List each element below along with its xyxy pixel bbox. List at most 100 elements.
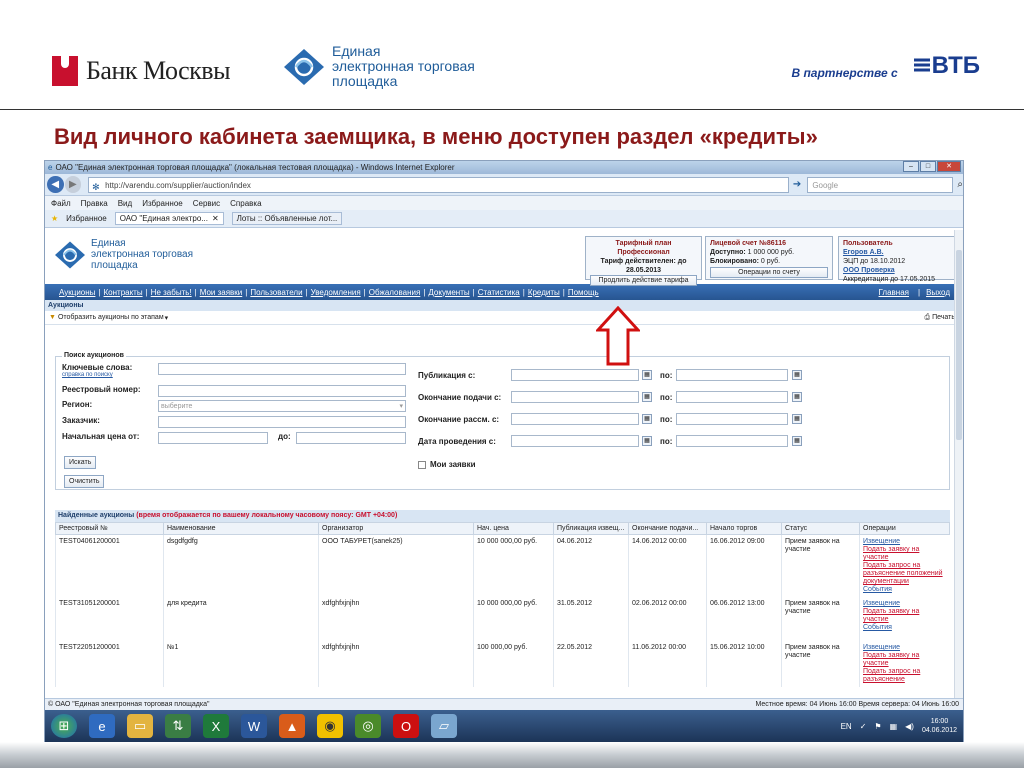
nav-reminders[interactable]: Не забыть! bbox=[151, 288, 192, 297]
col-status[interactable]: Статус bbox=[781, 522, 860, 535]
nav-my-bids[interactable]: Мои заявки bbox=[200, 288, 243, 297]
col-organizer[interactable]: Организатор bbox=[318, 522, 474, 535]
clarification-link[interactable]: Подать запрос на разъяснение положений д… bbox=[863, 562, 947, 586]
calendar-icon[interactable]: ▦ bbox=[642, 370, 652, 380]
menu-tools[interactable]: Сервис bbox=[193, 199, 220, 208]
minimize-button[interactable]: – bbox=[903, 161, 919, 172]
calendar-icon[interactable]: ▦ bbox=[642, 392, 652, 402]
close-button[interactable]: ✕ bbox=[937, 161, 961, 172]
nav-users[interactable]: Пользователи bbox=[250, 288, 302, 297]
calendar-icon[interactable]: ▦ bbox=[642, 436, 652, 446]
ie-taskbar-icon[interactable]: e bbox=[89, 714, 115, 738]
sub-end-to-input[interactable] bbox=[676, 391, 788, 403]
nav-auctions[interactable]: Аукционы bbox=[59, 288, 95, 297]
col-price[interactable]: Нач. цена bbox=[473, 522, 554, 535]
rev-end-from-input[interactable] bbox=[511, 413, 639, 425]
tray-flag-icon[interactable]: ⚑ bbox=[874, 722, 881, 731]
browser-tab-1[interactable]: ОАО "Единая электро... ✕ bbox=[114, 212, 224, 225]
menu-help[interactable]: Справка bbox=[230, 199, 261, 208]
stage-filter-dropdown[interactable]: Отобразить аукционы по этапам bbox=[58, 314, 164, 321]
tray-shield-icon[interactable]: ✓ bbox=[860, 722, 867, 731]
page-scrollbar[interactable] bbox=[954, 230, 963, 698]
menu-favorites[interactable]: Избранное bbox=[142, 199, 183, 208]
col-start[interactable]: Начало торгов bbox=[706, 522, 782, 535]
language-indicator[interactable]: EN bbox=[841, 722, 852, 731]
clarification-link[interactable]: Подать запрос на разъяснение bbox=[863, 668, 947, 684]
pub-from-input[interactable] bbox=[511, 369, 639, 381]
menu-edit[interactable]: Правка bbox=[81, 199, 108, 208]
notice-link[interactable]: Извещение bbox=[863, 600, 947, 608]
nav-help[interactable]: Помощь bbox=[568, 288, 599, 297]
clear-button[interactable]: Очистить bbox=[64, 475, 105, 488]
clock[interactable]: 16:00 04.06.2012 bbox=[922, 717, 957, 735]
hold-from-input[interactable] bbox=[511, 435, 639, 447]
hold-to-input[interactable] bbox=[676, 435, 788, 447]
menu-view[interactable]: Вид bbox=[118, 199, 132, 208]
nav-logout[interactable]: Выход bbox=[926, 288, 950, 297]
col-name[interactable]: Наименование bbox=[163, 522, 319, 535]
network-taskbar-icon[interactable]: ⇅ bbox=[165, 714, 191, 738]
keywords-input[interactable] bbox=[158, 363, 406, 375]
opera-taskbar-icon[interactable]: O bbox=[393, 714, 419, 738]
nav-notifications[interactable]: Уведомления bbox=[311, 288, 361, 297]
events-link[interactable]: События bbox=[863, 586, 947, 594]
region-select[interactable]: выберите ▾ bbox=[158, 400, 406, 412]
nav-home[interactable]: Главная bbox=[879, 288, 909, 297]
events-link[interactable]: События bbox=[863, 624, 947, 632]
browser-tab-2[interactable]: Лоты :: Объявленные лот... bbox=[231, 212, 343, 225]
calendar-icon[interactable]: ▦ bbox=[642, 414, 652, 424]
app-taskbar-icon[interactable]: ◉ bbox=[317, 714, 343, 738]
nav-credits[interactable]: Кредиты bbox=[528, 288, 560, 297]
price-to-input[interactable] bbox=[296, 432, 406, 444]
back-button[interactable]: ◀ bbox=[47, 176, 64, 193]
account-operations-button[interactable]: Операции по счету bbox=[710, 267, 828, 278]
calendar-icon[interactable]: ▦ bbox=[792, 370, 802, 380]
word-taskbar-icon[interactable]: W bbox=[241, 714, 267, 738]
maximize-button[interactable]: □ bbox=[920, 161, 936, 172]
col-ops[interactable]: Операции bbox=[859, 522, 950, 535]
tab-close-icon[interactable]: ✕ bbox=[212, 214, 219, 223]
search-field[interactable]: Google bbox=[807, 176, 954, 193]
volume-icon[interactable]: ◀) bbox=[905, 722, 914, 731]
window-taskbar-icon[interactable]: ▱ bbox=[431, 714, 457, 738]
chrome-taskbar-icon[interactable]: ◎ bbox=[355, 714, 381, 738]
find-button[interactable]: Искать bbox=[64, 456, 97, 469]
tray-network-icon[interactable]: ▦ bbox=[890, 722, 898, 731]
notice-link[interactable]: Извещение bbox=[863, 538, 947, 546]
extend-tariff-button[interactable]: Продлить действие тарифа bbox=[590, 275, 697, 286]
sub-end-from-input[interactable] bbox=[511, 391, 639, 403]
favorites-label[interactable]: Избранное bbox=[66, 214, 107, 223]
menu-file[interactable]: Файл bbox=[51, 199, 71, 208]
price-from-input[interactable] bbox=[158, 432, 268, 444]
pub-to-input[interactable] bbox=[676, 369, 788, 381]
reg-no-input[interactable] bbox=[158, 385, 406, 397]
explorer-taskbar-icon[interactable]: ▭ bbox=[127, 714, 153, 738]
apply-link[interactable]: Подать заявку на участие bbox=[863, 652, 947, 668]
rev-end-to-input[interactable] bbox=[676, 413, 788, 425]
col-reg-no[interactable]: Реестровый № bbox=[55, 522, 164, 535]
url-field[interactable]: ✻ http://varendu.com/supplier/auction/ind… bbox=[88, 176, 789, 193]
nav-documents[interactable]: Документы bbox=[428, 288, 469, 297]
scrollbar-thumb[interactable] bbox=[956, 250, 962, 440]
calendar-icon[interactable]: ▦ bbox=[792, 414, 802, 424]
col-end[interactable]: Окончание подачи... bbox=[628, 522, 707, 535]
calendar-icon[interactable]: ▦ bbox=[792, 436, 802, 446]
nav-appeals[interactable]: Обжалования bbox=[369, 288, 421, 297]
start-button[interactable]: ⊞ bbox=[51, 714, 77, 738]
apply-link[interactable]: Подать заявку на участие bbox=[863, 608, 947, 624]
org-link[interactable]: ООО Проверка bbox=[843, 266, 951, 275]
search-help-link[interactable]: справка по поиску bbox=[62, 372, 132, 378]
forward-button[interactable]: ▶ bbox=[64, 176, 82, 193]
nav-contracts[interactable]: Контракты bbox=[104, 288, 143, 297]
go-icon[interactable]: ➔ bbox=[793, 179, 801, 190]
notice-link[interactable]: Извещение bbox=[863, 644, 947, 652]
apply-link[interactable]: Подать заявку на участие bbox=[863, 546, 947, 562]
portal-logo[interactable]: Единая электронная торговая площадка bbox=[53, 238, 193, 271]
col-pub[interactable]: Публикация извещ... bbox=[553, 522, 629, 535]
user-name-link[interactable]: Егоров А.В. bbox=[843, 248, 951, 257]
print-button[interactable]: ⎙ Печать bbox=[925, 314, 955, 322]
calendar-icon[interactable]: ▦ bbox=[792, 392, 802, 402]
nav-statistics[interactable]: Статистика bbox=[478, 288, 520, 297]
search-icon[interactable]: ⌕ bbox=[957, 179, 963, 190]
vlc-taskbar-icon[interactable]: ▲ bbox=[279, 714, 305, 738]
